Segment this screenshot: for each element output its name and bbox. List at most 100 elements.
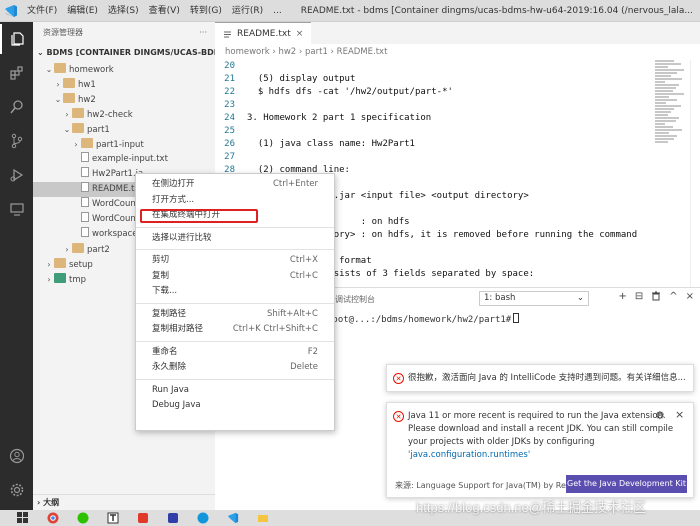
menu-separator [136, 249, 334, 250]
close-icon[interactable]: × [675, 408, 684, 421]
menu-view[interactable]: 查看(V) [144, 0, 185, 22]
trash-icon[interactable] [651, 291, 661, 304]
context-menu-item[interactable]: 剪切 Ctrl+X [136, 253, 334, 269]
tree-item-label: part1-input [96, 140, 144, 150]
menu-item-shortcut: Ctrl+Enter [272, 179, 318, 189]
file-icon [81, 167, 89, 177]
editor-scrollbar[interactable] [690, 60, 700, 287]
tree-item[interactable]: › part1-input [33, 137, 215, 152]
title-bar: 文件(F) 编辑(E) 选择(S) 查看(V) 转到(G) 运行(R) ... … [0, 0, 700, 22]
taskbar-chrome-icon[interactable] [38, 510, 68, 526]
minimap-line [655, 102, 667, 104]
context-menu-item[interactable]: 选择以进行比较 [136, 231, 334, 247]
menu-edit[interactable]: 编辑(E) [62, 0, 103, 22]
vscode-logo-icon [0, 0, 22, 22]
panel-actions: + ⊟ ^ × [618, 291, 694, 304]
tree-item-label: part1 [87, 125, 110, 135]
breadcrumb[interactable]: homework › hw2 › part1 › README.txt [215, 44, 700, 60]
context-menu-item[interactable]: 复制路径 Shift+Alt+C [136, 307, 334, 323]
extensions-icon[interactable] [0, 58, 33, 88]
source-control-icon[interactable] [0, 126, 33, 156]
context-menu-item[interactable]: 下载... [136, 284, 334, 300]
line-text: 3. Homework 2 part 1 specification [247, 113, 432, 123]
context-menu-item[interactable]: 永久删除 Delete [136, 360, 334, 376]
context-menu-item[interactable]: 复制相对路径 Ctrl+K Ctrl+Shift+C [136, 322, 334, 338]
tab-debug-console[interactable]: 调试控制台 [335, 294, 375, 305]
editor-tab-readme[interactable]: README.txt × [215, 22, 312, 45]
remote-explorer-icon[interactable] [0, 194, 33, 224]
context-menu-item[interactable]: 在集成终端中打开 [136, 208, 334, 224]
context-menu-item[interactable]: 在侧边打开 Ctrl+Enter [136, 177, 334, 193]
menu-item-label: 下载... [152, 286, 178, 296]
minimap-line [655, 93, 684, 95]
context-menu-item[interactable]: Run Java [136, 383, 334, 399]
notification-line: Java 11 or more recent is required to ru… [408, 411, 666, 421]
context-menu-item[interactable]: 复制 Ctrl+C [136, 269, 334, 285]
tree-item-label: example-input.txt [92, 154, 168, 164]
line-number: 20 [224, 61, 235, 71]
minimap-line [655, 135, 678, 137]
run-debug-icon[interactable] [0, 160, 33, 190]
folder-icon [72, 243, 84, 253]
terminal-prompt[interactable]: root@...:/bdms/homework/hw2/part1# [327, 313, 520, 325]
tree-item-label: homework [69, 65, 114, 75]
menu-go[interactable]: 转到(G) [185, 0, 227, 22]
menu-more[interactable]: ... [268, 0, 287, 22]
gear-icon[interactable] [0, 475, 33, 505]
code-line: 27 [215, 151, 650, 164]
folder-icon [54, 63, 66, 73]
account-icon[interactable] [0, 441, 33, 471]
split-terminal-icon[interactable]: ⊟ [635, 291, 643, 304]
search-icon[interactable] [0, 92, 33, 122]
code-line: 24 3. Homework 2 part 1 specification [215, 112, 650, 125]
close-panel-icon[interactable]: × [686, 291, 694, 304]
taskbar-app-icon[interactable] [158, 510, 188, 526]
minimap-line [655, 120, 676, 122]
context-menu-item[interactable]: 重命名 F2 [136, 345, 334, 361]
close-icon[interactable]: × [296, 23, 304, 45]
menu-file[interactable]: 文件(F) [22, 0, 62, 22]
taskbar-app-icon[interactable] [128, 510, 158, 526]
chevron-right-icon: › [65, 245, 69, 254]
folder-icon [63, 78, 75, 88]
taskbar-wechat-icon[interactable] [68, 510, 98, 526]
tree-item[interactable]: › hw1 [33, 77, 215, 92]
tree-item[interactable]: example-input.txt [33, 152, 215, 167]
start-button[interactable] [8, 510, 38, 526]
terminal-cursor [513, 313, 520, 323]
taskbar-app-icon[interactable] [188, 510, 218, 526]
menu-item-shortcut: Ctrl+C [289, 270, 318, 281]
menu-run[interactable]: 运行(R) [227, 0, 268, 22]
folder-icon [54, 258, 66, 268]
menu-selection[interactable]: 选择(S) [103, 0, 144, 22]
taskbar-folder-icon[interactable] [248, 510, 278, 526]
context-menu-item[interactable]: 打开方式... [136, 193, 334, 209]
tree-item[interactable]: ⌄ hw2 [33, 92, 215, 107]
folder-icon [81, 138, 93, 148]
file-icon [81, 227, 89, 237]
context-menu-item[interactable]: Debug Java [136, 398, 334, 414]
new-terminal-icon[interactable]: + [618, 291, 626, 304]
terminal-select[interactable]: 1: bash ⌄ [479, 291, 589, 306]
menu-item-shortcut: F2 [307, 346, 318, 357]
file-icon [81, 182, 89, 192]
tree-item[interactable]: ⌄ homework [33, 62, 215, 77]
terminal-select-value: 1: bash [484, 293, 516, 303]
tree-item[interactable]: › hw2-check [33, 107, 215, 122]
more-actions-icon[interactable]: ··· [199, 22, 207, 44]
menu-item-label: 剪切 [152, 255, 170, 265]
workspace-section-header[interactable]: ⌄ BDMS [CONTAINER DINGMS/UCAS-BDMS-H... [33, 44, 215, 62]
explorer-icon[interactable] [0, 24, 33, 54]
taskbar-vscode-icon[interactable] [218, 510, 248, 526]
minimap-line [655, 69, 684, 71]
outline-section-header[interactable]: › 大纲 [33, 494, 215, 510]
maximize-panel-icon[interactable]: ^ [669, 291, 677, 304]
minimap-line [655, 66, 668, 68]
get-jdk-button[interactable]: Get the Java Development Kit [566, 475, 687, 493]
folder-icon [63, 93, 75, 103]
taskbar-typora-icon[interactable] [98, 510, 128, 526]
file-icon [81, 212, 89, 222]
tree-item[interactable]: ⌄ part1 [33, 122, 215, 137]
minimap[interactable] [655, 60, 687, 287]
runtimes-config-link[interactable]: 'java.configuration.runtimes' [408, 449, 673, 462]
